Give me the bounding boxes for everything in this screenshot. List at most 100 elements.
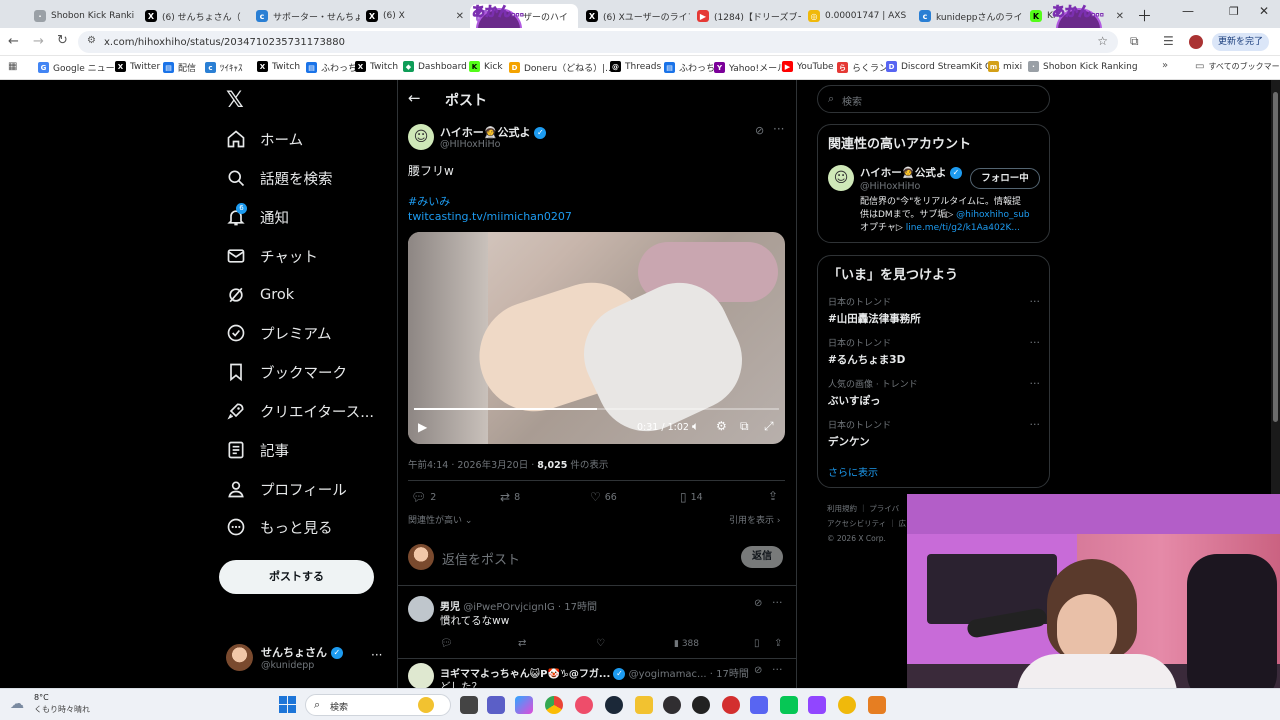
like-action[interactable]: ♡ 66 bbox=[590, 490, 617, 504]
bookmark-action[interactable]: ▯ 14 bbox=[680, 490, 703, 504]
back-arrow-icon[interactable]: ← bbox=[408, 89, 421, 107]
reply-views[interactable]: ▮ 388 bbox=[674, 639, 699, 649]
trend-more-icon[interactable]: ··· bbox=[1030, 336, 1041, 349]
volume-icon[interactable]: 🔈︎ bbox=[692, 419, 699, 434]
browser-tab[interactable]: ·Shobon Kick Ranki✕ bbox=[28, 4, 138, 28]
follow-button[interactable]: フォロー中 bbox=[970, 168, 1040, 189]
browser-tab[interactable]: ◎ 0.00001747 | AXS ✕ bbox=[802, 4, 912, 28]
line-icon[interactable] bbox=[780, 696, 798, 714]
steam-icon[interactable] bbox=[605, 696, 623, 714]
reply-item[interactable]: 男児 @iPwePOrvjcignIG · 17時間 ⊘ ··· 慣れてるなww… bbox=[398, 586, 796, 658]
bookmark-item[interactable]: @ Threads bbox=[610, 61, 661, 72]
reply-like-icon[interactable]: ♡ bbox=[596, 638, 605, 649]
apps-grid-icon[interactable]: ▦ bbox=[8, 61, 17, 72]
bookmark-item[interactable]: K Kick bbox=[469, 61, 503, 72]
bookmark-item[interactable]: · Shobon Kick Ranking bbox=[1028, 61, 1138, 72]
tab-close-icon[interactable]: ✕ bbox=[246, 11, 249, 22]
show-more-link[interactable]: さらに表示 bbox=[828, 464, 878, 479]
grok-post-icon[interactable]: ⊘ bbox=[754, 665, 762, 676]
bookmark-item[interactable]: ◆ Dashboard bbox=[403, 61, 467, 72]
extensions-icon[interactable]: ⧉ bbox=[1130, 34, 1139, 49]
task-view-icon[interactable] bbox=[460, 696, 478, 714]
post-compose-button[interactable]: ポストする bbox=[219, 560, 374, 594]
view-quotes-link[interactable]: 引用を表示 › bbox=[729, 513, 781, 526]
discord-icon[interactable] bbox=[750, 696, 768, 714]
browser-tab[interactable]: ▶(1284)【ドリーズブー✕ bbox=[691, 4, 801, 28]
new-tab-button[interactable]: ＋ bbox=[1137, 5, 1152, 26]
bookmarks-overflow-icon[interactable]: » bbox=[1162, 60, 1168, 71]
trend-more-icon[interactable]: ··· bbox=[1030, 377, 1041, 390]
app-icon[interactable] bbox=[868, 696, 886, 714]
bookmark-item[interactable]: G Google ニュース bbox=[38, 61, 123, 74]
bookmark-item[interactable]: X Twitch bbox=[355, 61, 398, 72]
update-button[interactable]: 更新を完了 bbox=[1212, 33, 1270, 51]
bookmark-item[interactable]: Y Yahoo!メール bbox=[714, 61, 786, 74]
footer-line[interactable]: 利用規約 ｜ プライバ bbox=[827, 501, 906, 516]
tab-close-icon[interactable]: ✕ bbox=[1112, 11, 1124, 22]
post-hashtag-link[interactable]: #みいみ bbox=[408, 193, 450, 209]
browser-tab[interactable]: X (6) せんちょさん（ ✕ bbox=[139, 4, 249, 28]
nav-profile[interactable]: プロフィール bbox=[226, 474, 347, 504]
author-name[interactable]: ハイホー🧑‍🚀公式よ ✓ bbox=[440, 124, 547, 140]
forward-icon[interactable]: → bbox=[33, 34, 44, 49]
footer-line[interactable]: アクセシビリティ ｜ 広 bbox=[827, 516, 906, 531]
bookmark-item[interactable]: X Twitter bbox=[115, 61, 160, 72]
site-info-icon[interactable]: ⚙ bbox=[87, 35, 96, 46]
bookmark-item[interactable]: m mixi bbox=[988, 61, 1022, 72]
bio-link[interactable]: @hihoxhiho_sub bbox=[956, 210, 1030, 220]
settings-icon[interactable]: ⚙ bbox=[716, 419, 727, 433]
obs-icon[interactable] bbox=[575, 696, 593, 714]
nav-grok[interactable]: Grok bbox=[226, 280, 294, 310]
tab-close-icon[interactable]: ✕ bbox=[573, 11, 578, 22]
tab-search-icon[interactable]: ☰ bbox=[1163, 34, 1174, 48]
bookmark-item[interactable]: X Twitch bbox=[257, 61, 300, 72]
x-logo-icon[interactable]: 𝕏 bbox=[226, 88, 244, 113]
grok-post-icon[interactable]: ⊘ bbox=[755, 124, 764, 137]
related-avatar[interactable]: ☺ bbox=[828, 165, 854, 191]
trend-more-icon[interactable]: ··· bbox=[1030, 295, 1041, 308]
media-icon[interactable] bbox=[692, 696, 710, 714]
related-name[interactable]: ハイホー🧑‍🚀公式よ ✓ bbox=[860, 165, 963, 180]
author-avatar[interactable]: ☺ bbox=[408, 124, 434, 150]
start-button-icon[interactable] bbox=[279, 696, 296, 713]
bookmark-item[interactable]: ▤ ふわっち bbox=[664, 61, 715, 74]
browser-tab[interactable]: X(6) Xユーザーのライブ✕ bbox=[580, 4, 690, 28]
bio-link[interactable]: line.me/ti/g2/k1Aa402K... bbox=[906, 223, 1020, 233]
reply-author-name[interactable]: 男児 bbox=[440, 602, 460, 613]
bookmark-item[interactable]: c ﾂｲｷｬｽ bbox=[205, 61, 243, 74]
reply-item[interactable]: ヨギママよっちゃん😺P🤡♑@フガ... ✓ @yogimamac... · 17… bbox=[398, 659, 796, 688]
reply-sort-dropdown[interactable]: 関連性が高い ⌄ bbox=[408, 513, 472, 526]
bookmark-item[interactable]: ▶ YouTube bbox=[782, 61, 834, 72]
post-timestamp[interactable]: 午前4:14 · 2026年3月20日 · bbox=[408, 460, 537, 471]
account-menu-icon[interactable]: ··· bbox=[371, 648, 382, 662]
teams-icon[interactable] bbox=[487, 696, 505, 714]
record-icon[interactable] bbox=[722, 696, 740, 714]
reload-icon[interactable]: ↻ bbox=[57, 33, 68, 48]
window-restore-button[interactable]: ❐ bbox=[1229, 5, 1239, 18]
nav-articles[interactable]: 記事 bbox=[226, 435, 289, 465]
trend-item[interactable]: 人気の画像 · トレンド ぶいすぽっ ··· bbox=[828, 377, 1040, 408]
trend-more-icon[interactable]: ··· bbox=[1030, 418, 1041, 431]
bookmark-item[interactable]: ▤ 配信 bbox=[163, 61, 196, 74]
nav-creator-studio[interactable]: クリエイタース... bbox=[226, 396, 374, 426]
reply-action[interactable]: 💬︎ 2 bbox=[411, 490, 436, 504]
pip-icon[interactable]: ⧉ bbox=[740, 419, 749, 434]
reply-repost-icon[interactable]: ⇄ bbox=[518, 638, 526, 649]
reply-share-icon[interactable]: ⇪ bbox=[774, 638, 782, 649]
back-icon[interactable]: ← bbox=[8, 34, 19, 49]
reply-submit-button[interactable]: 返信 bbox=[741, 546, 783, 568]
chrome-icon[interactable] bbox=[545, 696, 563, 714]
video-player[interactable]: ▶ 0:31 / 1:02 🔈︎ ⚙ ⧉ ⤢ bbox=[408, 232, 785, 444]
post-url-link[interactable]: twitcasting.tv/miimichan0207 bbox=[408, 210, 572, 223]
nav-explore[interactable]: 話題を検索 bbox=[226, 163, 333, 193]
fullscreen-icon[interactable]: ⤢ bbox=[764, 419, 774, 434]
post-more-icon[interactable]: ··· bbox=[773, 122, 784, 136]
obs-studio-icon[interactable] bbox=[663, 696, 681, 714]
reply-input[interactable]: 返信をポスト bbox=[442, 549, 520, 568]
account-switcher[interactable]: せんちょさん ✓ @kunidepp ··· bbox=[226, 642, 386, 676]
weather-widget[interactable]: ☁ 8°C くもり時々晴れ bbox=[10, 693, 90, 717]
app-icon[interactable] bbox=[808, 696, 826, 714]
bookmark-item[interactable]: ▤ ふわっち bbox=[306, 61, 357, 74]
window-close-button[interactable]: ✕ bbox=[1259, 4, 1269, 18]
bookmark-star-icon[interactable]: ☆ bbox=[1097, 34, 1108, 48]
